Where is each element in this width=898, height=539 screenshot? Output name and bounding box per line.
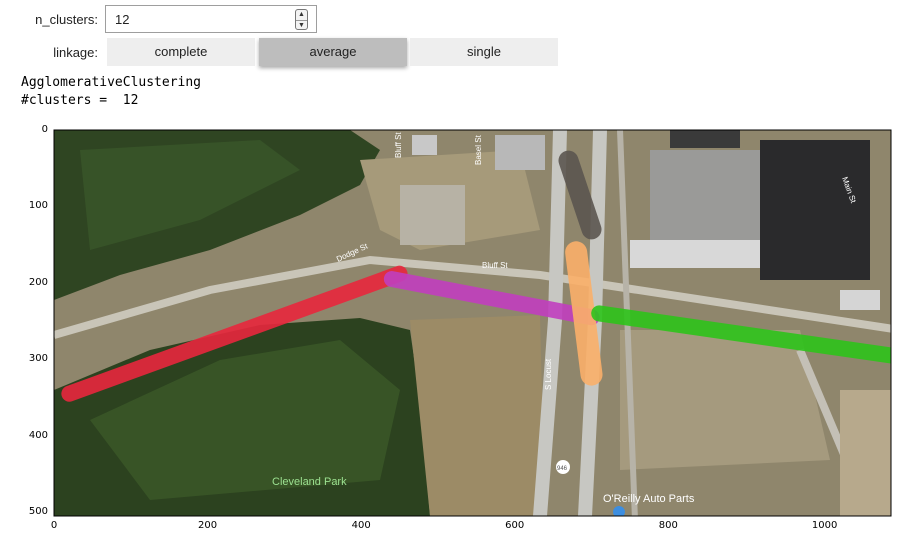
- business-label: O'Reilly Auto Parts: [603, 493, 695, 505]
- cluster-band: [565, 241, 603, 386]
- street-bluff-top-label: Bluff St: [394, 132, 403, 158]
- street-bluff-label: Bluff St: [482, 261, 508, 270]
- street-locust-label: S Locust: [544, 358, 553, 390]
- park-label: Cleveland Park: [272, 476, 347, 488]
- building-right: [760, 140, 870, 280]
- street-basel-label: Basel St: [474, 134, 483, 165]
- cluster-plot: Cleveland Park O'Reilly Auto Parts Dodge…: [53, 129, 892, 517]
- route-label: 946: [557, 466, 568, 472]
